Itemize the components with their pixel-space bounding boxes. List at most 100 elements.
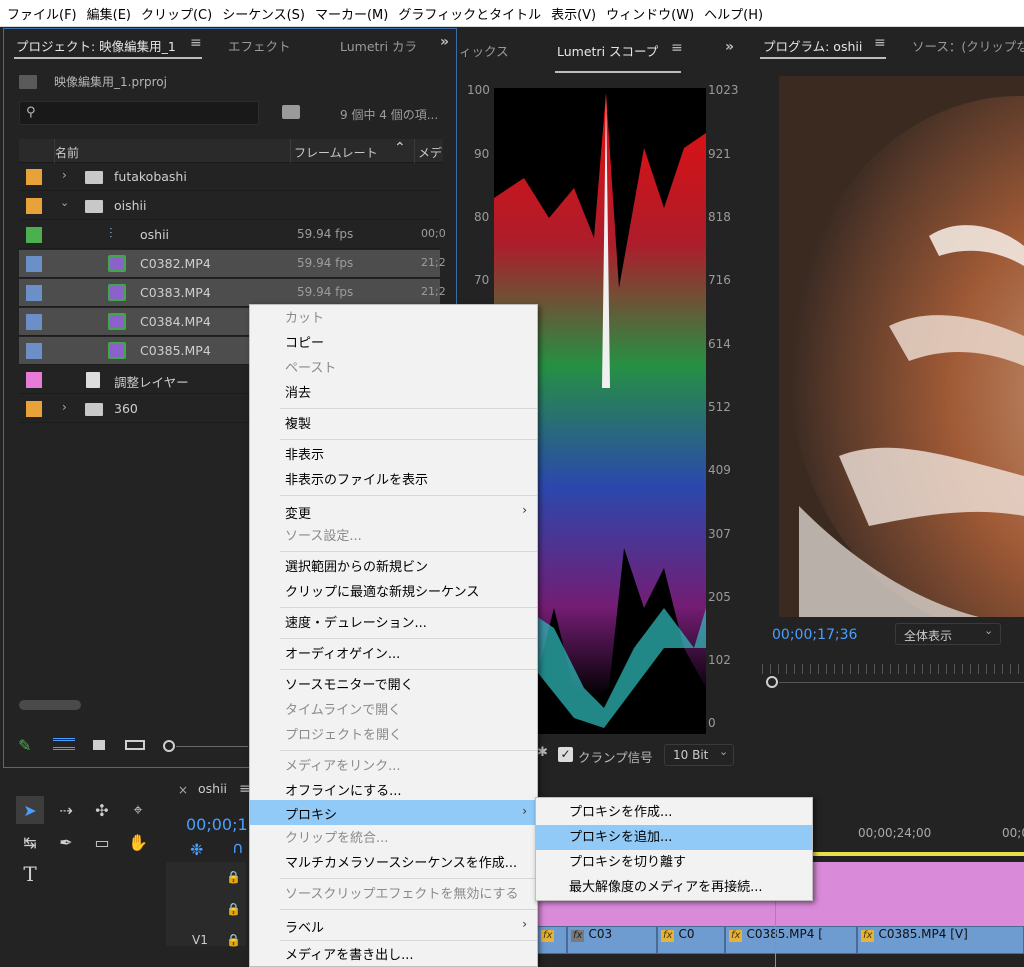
menu-item-label-color[interactable]: ラベル › [250, 913, 537, 938]
program-timecode[interactable]: 00;00;17;36 [772, 627, 857, 643]
menu-marker[interactable]: マーカー(M) [310, 4, 393, 23]
icon-view-icon[interactable] [93, 740, 105, 750]
label-color-swatch[interactable] [26, 256, 42, 272]
magnet-icon[interactable]: ∩ [232, 838, 244, 857]
panel-menu-icon[interactable]: ≡ [671, 40, 683, 56]
program-scrub-track[interactable] [779, 682, 1024, 683]
label-color-swatch[interactable] [26, 401, 42, 417]
menu-item-new-sequence-from-clip[interactable]: クリップに最適な新規シーケンス [250, 580, 537, 605]
track-select-tool-icon[interactable]: ⇢ [52, 796, 80, 824]
hand-tool-icon[interactable]: ✋ [124, 828, 152, 856]
menu-item-new-bin-from-selection[interactable]: 選択範囲からの新規ビン [250, 555, 537, 580]
menu-item-source-settings[interactable]: ソース設定... [250, 524, 537, 549]
search-input[interactable]: ⚲ [19, 101, 259, 125]
list-item[interactable]: ⌄ oishii [19, 192, 440, 220]
program-video-frame[interactable] [779, 76, 1024, 617]
label-color-swatch[interactable] [26, 169, 42, 185]
panel-menu-icon[interactable]: ≡ [874, 35, 886, 51]
menu-item-audio-gain[interactable]: オーディオゲイン... [250, 642, 537, 667]
lock-icon[interactable]: 🔒 [226, 902, 241, 916]
label-color-swatch[interactable] [26, 372, 42, 388]
menu-item-attach-proxies[interactable]: プロキシを追加... [536, 825, 812, 850]
menu-item-speed-duration[interactable]: 速度・デュレーション... [250, 611, 537, 636]
chevron-right-icon[interactable]: › [62, 168, 67, 182]
label-color-swatch[interactable] [26, 198, 42, 214]
panel-overflow-icon[interactable]: » [725, 39, 734, 55]
fit-zoom-select[interactable]: 全体表示 ⌄ [895, 623, 1001, 645]
menu-graphics[interactable]: グラフィックとタイトル [393, 4, 546, 23]
menu-item-modify[interactable]: 変更 › [250, 499, 537, 524]
menu-item-proxy[interactable]: プロキシ › [250, 800, 537, 825]
program-playhead[interactable] [766, 676, 778, 688]
panel-overflow-icon[interactable]: » [440, 34, 449, 50]
selection-tool-icon[interactable]: ➤ [16, 796, 44, 824]
zoom-slider[interactable] [163, 740, 175, 752]
timeline-clip[interactable]: fx C03 [567, 926, 657, 954]
menu-item-detach-proxies[interactable]: プロキシを切り離す [536, 850, 812, 875]
menu-item-duplicate[interactable]: 複製 [250, 412, 537, 437]
rectangle-tool-icon[interactable]: ▭ [88, 828, 116, 856]
column-media[interactable]: メデ [418, 144, 442, 161]
list-item[interactable]: › futakobashi [19, 163, 440, 191]
tab-project[interactable]: プロジェクト: 映像編集用_1 [16, 36, 176, 55]
menu-item-open-in-source-monitor[interactable]: ソースモニターで開く [250, 673, 537, 698]
menu-item-create-proxies[interactable]: プロキシを作成... [536, 800, 812, 825]
pen-tool-icon[interactable]: ✒ [52, 828, 80, 856]
timeline-clip[interactable]: fx C0 [657, 926, 725, 954]
menu-item-consolidate[interactable]: クリップを統合... [250, 826, 537, 851]
label-color-swatch[interactable] [26, 285, 42, 301]
timeline-clip[interactable]: fx [537, 926, 567, 954]
track-label-v1[interactable]: V1 [192, 933, 208, 947]
menu-item-open-project[interactable]: プロジェクトを開く [250, 723, 537, 748]
lock-icon[interactable]: 🔒 [226, 870, 241, 884]
menu-item-show-hidden[interactable]: 非表示のファイルを表示 [250, 468, 537, 493]
tab-graphics[interactable]: ィックス [459, 41, 509, 60]
list-view-icon[interactable] [53, 738, 75, 750]
menu-item-export-media[interactable]: メディアを書き出し... [250, 943, 537, 967]
menu-edit[interactable]: 編集(E) [82, 4, 136, 23]
timeline-clip[interactable]: fx C0385.MP4 [V] [857, 926, 1024, 954]
menu-file[interactable]: ファイル(F) [2, 4, 82, 23]
menu-item-link-media[interactable]: メディアをリンク... [250, 754, 537, 779]
column-framerate[interactable]: フレームレート [294, 144, 378, 161]
wrench-icon[interactable]: ✱ [537, 745, 548, 760]
menu-view[interactable]: 表示(V) [546, 4, 601, 23]
list-item[interactable]: C0382.MP4 59.94 fps 21;2 [19, 250, 446, 278]
menu-sequence[interactable]: シーケンス(S) [217, 4, 310, 23]
panel-menu-icon[interactable]: ≡ [190, 35, 202, 51]
menu-help[interactable]: ヘルプ(H) [699, 4, 768, 23]
tab-source[interactable]: ソース：(クリップな [912, 36, 1024, 55]
freeform-view-icon[interactable] [125, 740, 145, 750]
ripple-edit-tool-icon[interactable]: ✣ [88, 796, 116, 824]
slip-tool-icon[interactable]: ↹ [16, 828, 44, 856]
pencil-icon[interactable]: ✎ [18, 736, 31, 755]
column-name[interactable]: 名前 [55, 144, 79, 161]
list-item[interactable]: ⫶ oshii 59.94 fps 00;0 [19, 221, 446, 249]
tab-effects[interactable]: エフェクト [228, 36, 291, 55]
bit-depth-select[interactable]: 10 Bit ⌄ [664, 744, 734, 766]
menu-item-reconnect-full-resolution[interactable]: 最大解像度のメディアを再接続... [536, 875, 812, 900]
menu-item-copy[interactable]: コピー [250, 331, 537, 356]
menu-window[interactable]: ウィンドウ(W) [601, 4, 699, 23]
label-color-swatch[interactable] [26, 227, 42, 243]
tab-program[interactable]: プログラム: oshii [763, 36, 862, 55]
menu-item-disable-source-effects[interactable]: ソースクリップエフェクトを無効にする [250, 882, 537, 907]
sort-chevron-up-icon[interactable]: ⌃ [394, 140, 406, 156]
label-color-swatch[interactable] [26, 314, 42, 330]
program-time-ruler[interactable] [762, 664, 1024, 674]
menu-item-cut[interactable]: カット [250, 306, 537, 331]
menu-item-hide[interactable]: 非表示 [250, 443, 537, 468]
menu-item-open-in-timeline[interactable]: タイムラインで開く [250, 698, 537, 723]
timeline-clip[interactable]: fx C0385.MP4 [ [725, 926, 857, 954]
snap-icon[interactable]: ❉ [190, 840, 203, 859]
menu-item-paste[interactable]: ペースト [250, 356, 537, 381]
list-item[interactable]: C0383.MP4 59.94 fps 21;2 [19, 279, 446, 307]
tab-lumetri-scopes[interactable]: Lumetri スコープ [557, 41, 658, 60]
label-color-swatch[interactable] [26, 343, 42, 359]
zoom-slider-track[interactable] [176, 746, 248, 747]
chevron-down-icon[interactable]: ⌄ [60, 196, 69, 209]
tab-sequence[interactable]: oshii [198, 781, 227, 796]
clamp-signal-checkbox[interactable]: ✓ [558, 747, 573, 762]
menu-item-clear[interactable]: 消去 [250, 381, 537, 406]
chevron-right-icon[interactable]: › [62, 400, 67, 414]
